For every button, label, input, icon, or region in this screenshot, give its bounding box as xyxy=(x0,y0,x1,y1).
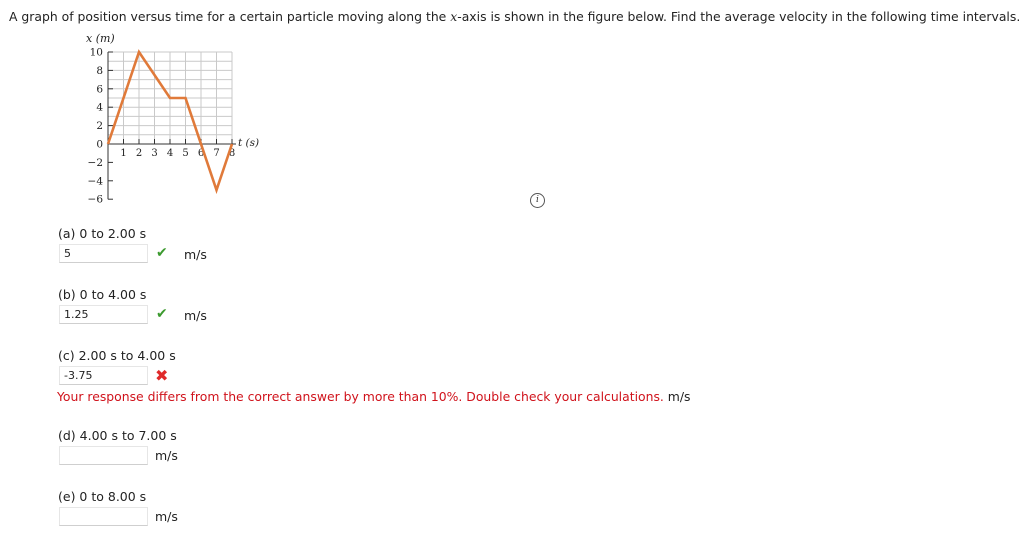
part-c-feedback: Your response differs from the correct a… xyxy=(57,389,691,404)
y-axis-label: x (m) xyxy=(86,32,115,45)
part-d-unit: m/s xyxy=(155,448,178,463)
x-tick-label: 2 xyxy=(136,148,142,159)
part-d-label: (d) 4.00 s to 7.00 s xyxy=(58,428,177,443)
cross-icon: ✖ xyxy=(155,366,169,385)
y-tick-label: 0 xyxy=(96,139,103,151)
x-tick-label: 3 xyxy=(151,148,157,159)
part-a-answer-field[interactable]: 5 xyxy=(59,244,148,263)
y-tick-label: 6 xyxy=(96,83,103,95)
y-tick-label: −4 xyxy=(88,175,104,187)
part-c-answer-field[interactable]: -3.75 xyxy=(59,366,148,385)
y-tick-label: 2 xyxy=(96,120,103,132)
part-b-unit: m/s xyxy=(184,308,207,323)
position-time-graph: 1086420−2−4−61 2 3 4 5 6 7 8x (m)t (s) xyxy=(86,32,259,205)
x-tick-label: 4 xyxy=(167,148,173,159)
part-b-answer-field[interactable]: 1.25 xyxy=(59,305,148,324)
part-c-unit: m/s xyxy=(667,389,691,404)
y-tick-label: 4 xyxy=(96,102,103,114)
x-tick-label: 5 xyxy=(182,148,188,159)
part-b-label: (b) 0 to 4.00 s xyxy=(58,287,147,302)
question-text: A graph of position versus time for a ce… xyxy=(9,9,1021,24)
y-tick-label: −2 xyxy=(88,157,103,169)
y-tick-label: −6 xyxy=(88,194,104,205)
check-icon: ✔ xyxy=(156,306,168,322)
part-a-unit: m/s xyxy=(184,247,207,262)
x-axis-label: t (s) xyxy=(238,137,259,149)
x-tick-label: 1 xyxy=(120,148,126,159)
part-e-answer-field[interactable] xyxy=(59,507,148,526)
part-e-unit: m/s xyxy=(155,509,178,524)
y-tick-label: 8 xyxy=(96,65,103,77)
check-icon: ✔ xyxy=(156,245,168,261)
part-a-label: (a) 0 to 2.00 s xyxy=(58,226,147,241)
part-d-answer-field[interactable] xyxy=(59,446,148,465)
y-tick-label: 10 xyxy=(90,47,103,59)
x-tick-label: 7 xyxy=(213,148,219,159)
info-icon[interactable]: i xyxy=(530,193,545,208)
part-c-label: (c) 2.00 s to 4.00 s xyxy=(58,348,176,363)
part-e-label: (e) 0 to 8.00 s xyxy=(58,489,147,504)
